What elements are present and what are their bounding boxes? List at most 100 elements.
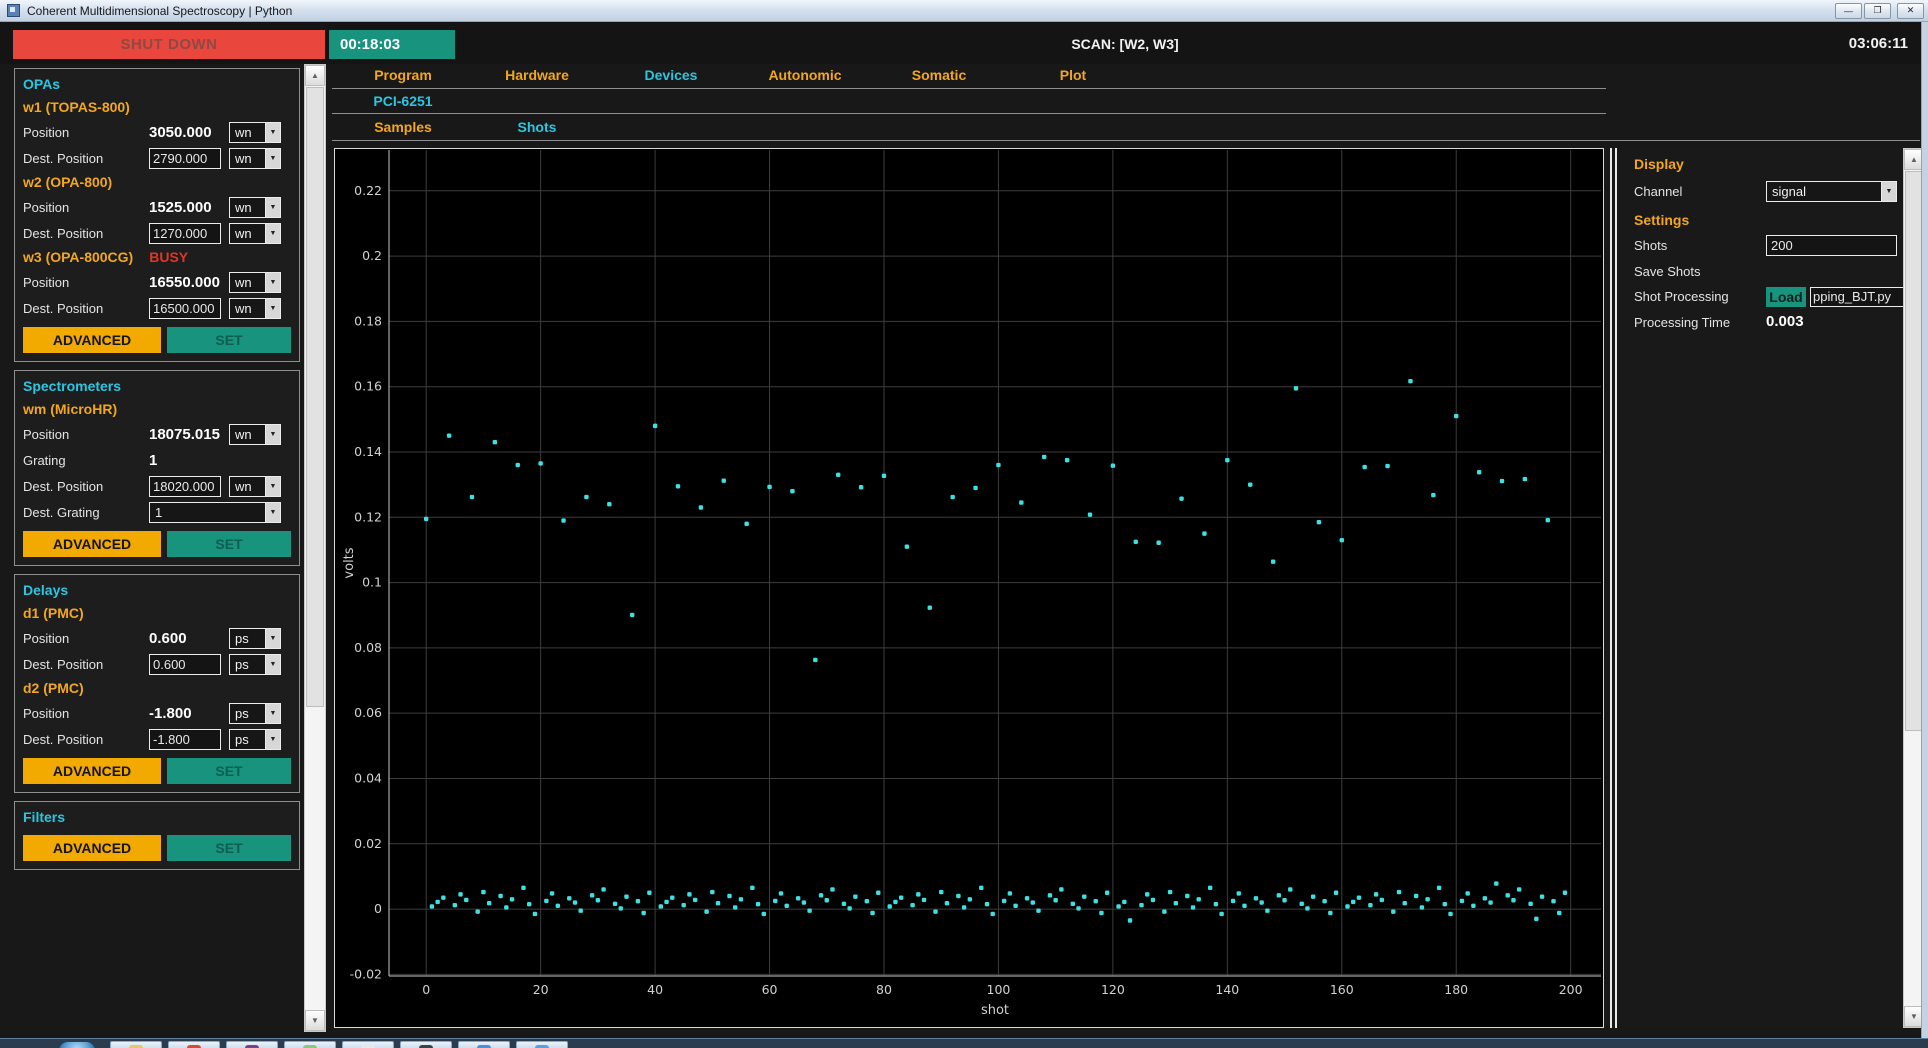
clock: 03:06:11 <box>1848 35 1908 52</box>
dest-grating-select[interactable]: 1 ▼ <box>149 501 281 523</box>
sidebar-scrollbar[interactable]: ▲ ▼ <box>304 64 326 1032</box>
chevron-down-icon[interactable]: ▼ <box>265 122 280 142</box>
divider <box>332 113 1606 114</box>
taskbar-button-app-dark[interactable] <box>400 1041 452 1048</box>
units-select[interactable]: wn ▼ <box>229 121 281 143</box>
load-button[interactable]: Load <box>1766 287 1806 307</box>
windows-taskbar[interactable] <box>0 1038 1928 1048</box>
set-button[interactable]: SET <box>167 327 291 353</box>
chevron-down-icon[interactable]: ▼ <box>265 197 280 217</box>
chevron-down-icon[interactable]: ▼ <box>265 272 280 292</box>
axis-spines <box>388 150 1601 977</box>
panel-splitter[interactable] <box>1610 148 1612 1028</box>
scatter-point <box>1516 887 1522 892</box>
scatter-point <box>801 900 807 905</box>
chevron-down-icon[interactable]: ▼ <box>265 476 280 496</box>
shots-input[interactable] <box>1766 235 1897 256</box>
group-buttons: ADVANCED SET <box>23 758 291 784</box>
tab-autonomic[interactable]: Autonomic <box>738 64 872 87</box>
advanced-button[interactable]: ADVANCED <box>23 835 161 861</box>
scroll-down-arrow-icon[interactable]: ▼ <box>305 1010 325 1031</box>
units-select[interactable]: ps ▼ <box>229 653 281 675</box>
scatter-point <box>1145 892 1150 897</box>
minimize-button[interactable]: — <box>1835 2 1862 19</box>
scatter-point <box>1099 910 1104 916</box>
scroll-up-arrow-icon[interactable]: ▲ <box>305 65 325 86</box>
taskbar-button-app-media-purple[interactable] <box>226 1041 278 1048</box>
dest-position-input[interactable] <box>149 728 221 750</box>
tab-devices[interactable]: Devices <box>604 64 738 87</box>
taskbar-button-app-blue-monitor[interactable] <box>458 1041 510 1048</box>
shutdown-button[interactable]: SHUT DOWN <box>13 30 325 59</box>
tab-samples[interactable]: Samples <box>336 116 470 139</box>
tab-shots[interactable]: Shots <box>470 116 604 139</box>
scatter-point <box>1059 887 1064 892</box>
dest-position-input[interactable] <box>149 147 221 169</box>
taskbar-button-app-green[interactable] <box>284 1041 336 1048</box>
dest-position-input[interactable] <box>149 653 221 675</box>
close-button[interactable]: ✕ <box>1897 2 1924 19</box>
units-select-value: wn <box>235 199 252 215</box>
units-select-value: wn <box>235 300 252 316</box>
tab-pci-6251[interactable]: PCI-6251 <box>336 90 470 113</box>
chevron-down-icon[interactable]: ▼ <box>1881 182 1896 201</box>
busy-badge: BUSY <box>149 249 189 265</box>
units-select[interactable]: wn ▼ <box>229 423 281 445</box>
save-shots-label: Save Shots <box>1634 264 1701 279</box>
set-button[interactable]: SET <box>167 835 291 861</box>
units-select[interactable]: wn ▼ <box>229 297 281 319</box>
taskbar-button-app-blue-window[interactable] <box>516 1041 568 1048</box>
window-right-border <box>1921 22 1928 1038</box>
set-button[interactable]: SET <box>167 758 291 784</box>
dest-position-input[interactable] <box>149 222 221 244</box>
device-heading: wm (MicroHR) <box>23 398 291 421</box>
scatter-point <box>1133 539 1138 544</box>
taskbar-button-app-media-red[interactable] <box>168 1041 220 1048</box>
row-label: Dest. Position <box>23 150 104 166</box>
chevron-down-icon[interactable]: ▼ <box>265 424 280 444</box>
units-select[interactable]: ps ▼ <box>229 702 281 724</box>
units-select[interactable]: wn ▼ <box>229 196 281 218</box>
scatter-point <box>698 505 704 510</box>
svg-text:-0.02: -0.02 <box>350 966 382 981</box>
shots-plot[interactable]: -0.02 0 0.02 0.04 0.06 0.08 0.1 0.12 0.14 0.16 0.1… <box>334 148 1604 1028</box>
advanced-button[interactable]: ADVANCED <box>23 531 161 557</box>
taskbar-button-app-folder[interactable] <box>110 1041 162 1048</box>
chevron-down-icon[interactable]: ▼ <box>265 502 280 522</box>
title-bar[interactable]: Coherent Multidimensional Spectroscopy |… <box>0 0 1928 22</box>
chevron-down-icon[interactable]: ▼ <box>265 298 280 318</box>
chevron-down-icon[interactable]: ▼ <box>265 148 280 168</box>
chevron-down-icon[interactable]: ▼ <box>265 703 280 723</box>
chevron-down-icon[interactable]: ▼ <box>265 654 280 674</box>
dest-position-input[interactable] <box>149 297 221 319</box>
tab-somatic[interactable]: Somatic <box>872 64 1006 87</box>
units-select[interactable]: wn ▼ <box>229 271 281 293</box>
units-select[interactable]: wn ▼ <box>229 147 281 169</box>
units-select[interactable]: wn ▼ <box>229 475 281 497</box>
tab-plot[interactable]: Plot <box>1006 64 1140 87</box>
dest-position-input[interactable] <box>149 475 221 497</box>
start-orb-icon[interactable] <box>58 1041 96 1048</box>
units-select[interactable]: ps ▼ <box>229 627 281 649</box>
row-label: Dest. Position <box>23 225 104 241</box>
chevron-down-icon[interactable]: ▼ <box>265 729 280 749</box>
scrollbar-thumb[interactable] <box>306 87 324 707</box>
units-select[interactable]: ps ▼ <box>229 728 281 750</box>
taskbar-button-app-light[interactable] <box>342 1041 394 1048</box>
restore-button[interactable]: ❐ <box>1864 2 1891 19</box>
advanced-button[interactable]: ADVANCED <box>23 758 161 784</box>
panel-splitter[interactable] <box>1615 148 1617 1028</box>
set-button[interactable]: SET <box>167 531 291 557</box>
chevron-down-icon[interactable]: ▼ <box>265 628 280 648</box>
group-title: Spectrometers <box>23 378 122 394</box>
tab-program[interactable]: Program <box>336 64 470 87</box>
channel-select[interactable]: signal ▼ <box>1766 181 1897 202</box>
tab-hardware[interactable]: Hardware <box>470 64 604 87</box>
units-select[interactable]: wn ▼ <box>229 222 281 244</box>
processing-file-box[interactable]: pping_BJT.py <box>1810 287 1904 307</box>
scatter-point <box>1207 885 1213 891</box>
chevron-down-icon[interactable]: ▼ <box>265 223 280 243</box>
scatter-point <box>1230 898 1236 904</box>
advanced-button[interactable]: ADVANCED <box>23 327 161 353</box>
group-buttons: ADVANCED SET <box>23 327 291 353</box>
